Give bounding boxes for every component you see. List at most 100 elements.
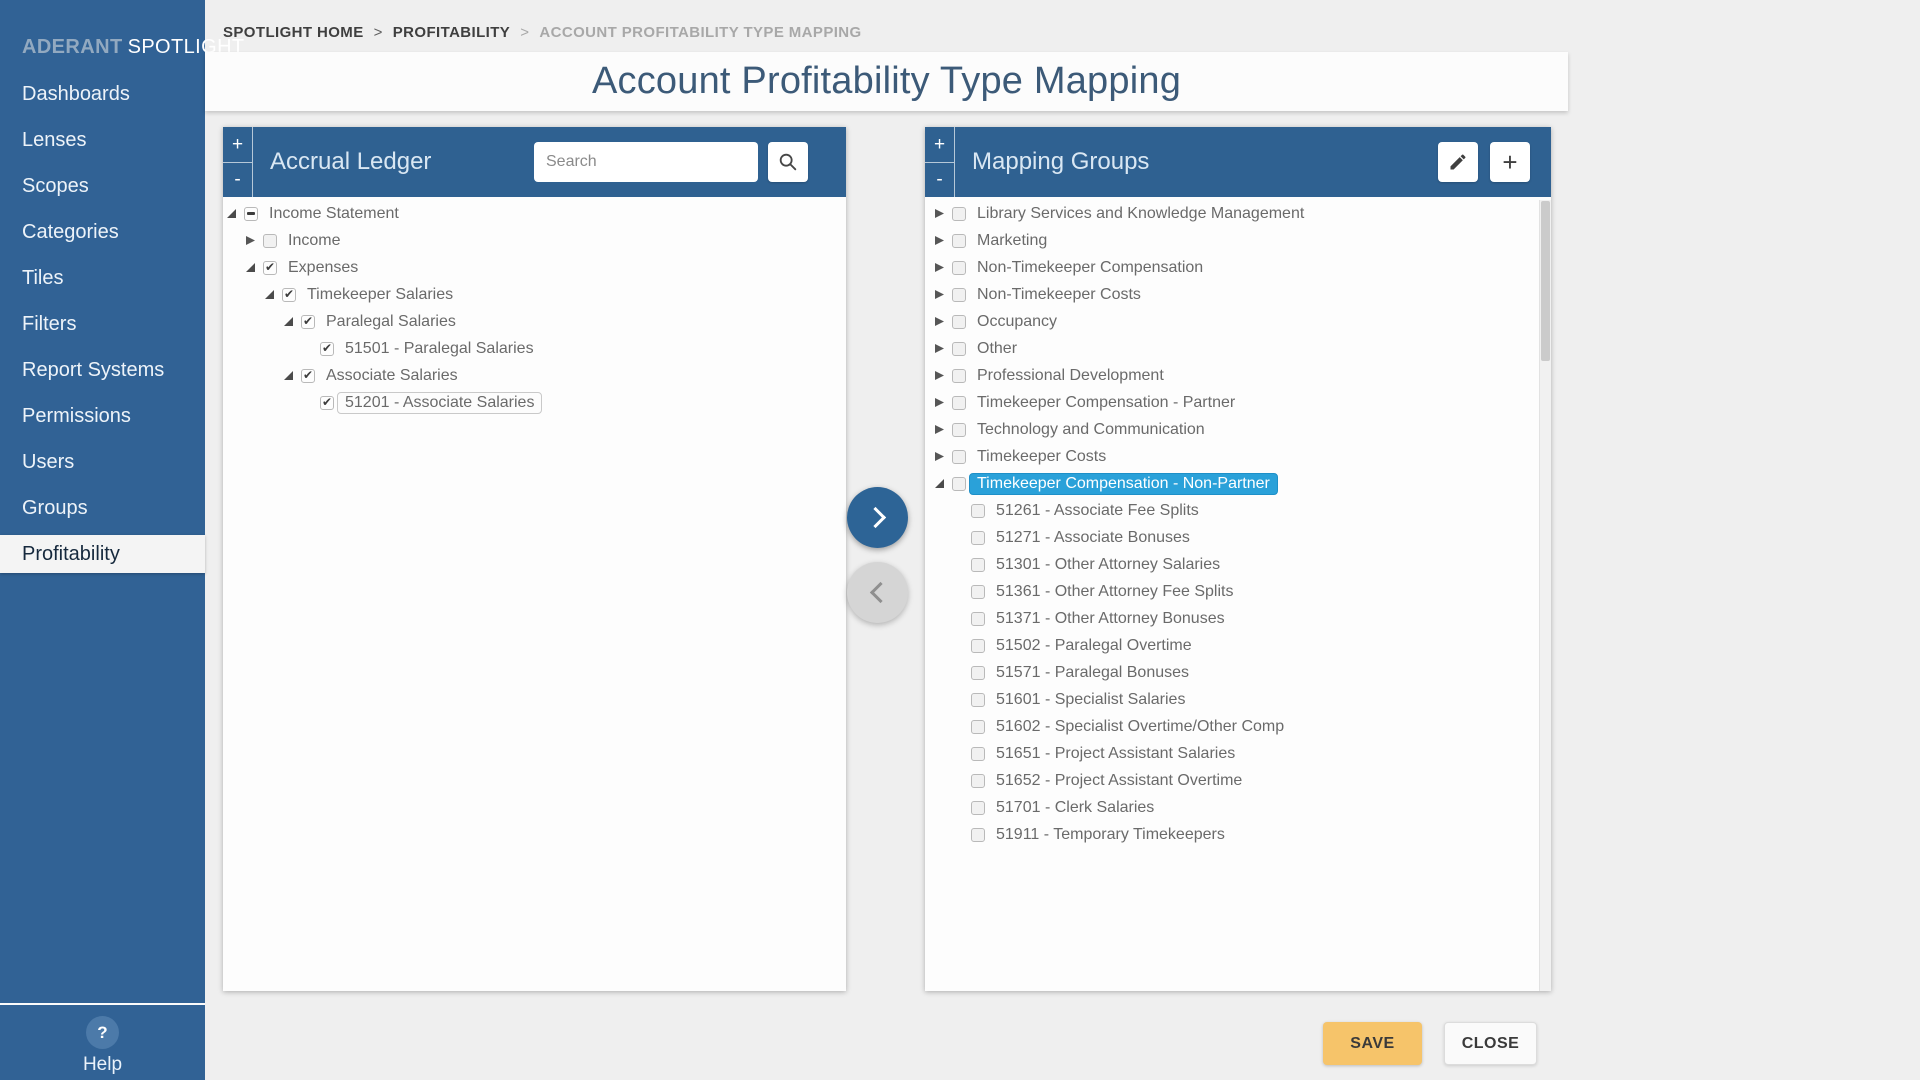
checkbox-checked[interactable] xyxy=(320,396,334,410)
checkbox-unchecked[interactable] xyxy=(952,207,966,221)
tree-item[interactable]: Marketing xyxy=(925,227,1551,254)
tree-item-label[interactable]: 51271 - Associate Bonuses xyxy=(988,527,1198,549)
tree-item[interactable]: Other xyxy=(925,335,1551,362)
checkbox-unchecked[interactable] xyxy=(952,396,966,410)
expand-icon[interactable] xyxy=(935,236,944,245)
tree-item-label[interactable]: Income Statement xyxy=(261,203,407,225)
tree-item-label[interactable]: 51601 - Specialist Salaries xyxy=(988,689,1193,711)
help-label[interactable]: Help xyxy=(0,1054,205,1076)
collapse-icon[interactable] xyxy=(284,317,293,326)
collapse-icon[interactable] xyxy=(246,263,255,272)
checkbox-unchecked[interactable] xyxy=(971,828,985,842)
tree-item[interactable]: 51701 - Clerk Salaries xyxy=(925,794,1551,821)
tree-item-label[interactable]: 51651 - Project Assistant Salaries xyxy=(988,743,1243,765)
checkbox-unchecked[interactable] xyxy=(952,423,966,437)
tree-item-label[interactable]: Professional Development xyxy=(969,365,1172,387)
checkbox-unchecked[interactable] xyxy=(971,585,985,599)
close-button[interactable]: CLOSE xyxy=(1444,1022,1537,1065)
checkbox-unchecked[interactable] xyxy=(971,747,985,761)
collapse-icon[interactable] xyxy=(227,209,236,218)
checkbox-unchecked[interactable] xyxy=(952,369,966,383)
edit-group-button[interactable] xyxy=(1438,142,1478,182)
tree-item-label[interactable]: 51361 - Other Attorney Fee Splits xyxy=(988,581,1241,603)
checkbox-unchecked[interactable] xyxy=(952,342,966,356)
checkbox-checked[interactable] xyxy=(301,315,315,329)
expand-all-button[interactable]: + xyxy=(925,127,954,162)
tree-item[interactable]: Timekeeper Costs xyxy=(925,443,1551,470)
tree-item-label[interactable]: Marketing xyxy=(969,230,1055,252)
tree-item-label[interactable]: 51701 - Clerk Salaries xyxy=(988,797,1162,819)
collapse-icon[interactable] xyxy=(284,371,293,380)
tree-item[interactable]: Income Statement xyxy=(223,200,846,227)
tree-item[interactable]: 51301 - Other Attorney Salaries xyxy=(925,551,1551,578)
move-left-button[interactable] xyxy=(847,562,908,623)
tree-item-label[interactable]: 51261 - Associate Fee Splits xyxy=(988,500,1207,522)
checkbox-unchecked[interactable] xyxy=(971,531,985,545)
tree-item[interactable]: 51501 - Paralegal Salaries xyxy=(223,335,846,362)
tree-item-label[interactable]: Non-Timekeeper Costs xyxy=(969,284,1149,306)
sidebar-item-lenses[interactable]: Lenses xyxy=(0,117,205,163)
search-input[interactable] xyxy=(534,142,758,182)
tree-item[interactable]: 51601 - Specialist Salaries xyxy=(925,686,1551,713)
expand-icon[interactable] xyxy=(935,344,944,353)
tree-item[interactable]: 51271 - Associate Bonuses xyxy=(925,524,1551,551)
tree-item-label[interactable]: Timekeeper Compensation - Partner xyxy=(969,392,1243,414)
tree-item[interactable]: Paralegal Salaries xyxy=(223,308,846,335)
tree-item[interactable]: Technology and Communication xyxy=(925,416,1551,443)
tree-item[interactable]: Income xyxy=(223,227,846,254)
expand-icon[interactable] xyxy=(246,236,255,245)
tree-item[interactable]: Associate Salaries xyxy=(223,362,846,389)
tree-item[interactable]: 51652 - Project Assistant Overtime xyxy=(925,767,1551,794)
sidebar-item-users[interactable]: Users xyxy=(0,439,205,485)
tree-item[interactable]: 51651 - Project Assistant Salaries xyxy=(925,740,1551,767)
tree-item[interactable]: 51201 - Associate Salaries xyxy=(223,389,846,416)
tree-item[interactable]: Timekeeper Salaries xyxy=(223,281,846,308)
expand-icon[interactable] xyxy=(935,425,944,434)
checkbox-unchecked[interactable] xyxy=(952,477,966,491)
expand-icon[interactable] xyxy=(935,209,944,218)
checkbox-unchecked[interactable] xyxy=(971,801,985,815)
scrollbar-thumb[interactable] xyxy=(1541,201,1550,361)
breadcrumb-item[interactable]: PROFITABILITY xyxy=(393,24,510,41)
expand-icon[interactable] xyxy=(935,452,944,461)
sidebar-item-report-systems[interactable]: Report Systems xyxy=(0,347,205,393)
tree-item[interactable]: 51602 - Specialist Overtime/Other Comp xyxy=(925,713,1551,740)
tree-item-label[interactable]: 51371 - Other Attorney Bonuses xyxy=(988,608,1233,630)
tree-item-label[interactable]: 51652 - Project Assistant Overtime xyxy=(988,770,1250,792)
tree-item-label[interactable]: 51501 - Paralegal Salaries xyxy=(337,338,542,360)
expand-icon[interactable] xyxy=(935,398,944,407)
tree-item[interactable]: Non-Timekeeper Costs xyxy=(925,281,1551,308)
checkbox-checked[interactable] xyxy=(282,288,296,302)
add-group-button[interactable]: + xyxy=(1490,142,1530,182)
move-right-button[interactable] xyxy=(847,487,908,548)
scrollbar-track[interactable] xyxy=(1539,200,1551,991)
expand-icon[interactable] xyxy=(935,290,944,299)
tree-item[interactable]: Professional Development xyxy=(925,362,1551,389)
checkbox-unchecked[interactable] xyxy=(971,558,985,572)
tree-item[interactable]: Non-Timekeeper Compensation xyxy=(925,254,1551,281)
help-icon[interactable]: ? xyxy=(86,1016,119,1049)
tree-item-label[interactable]: Other xyxy=(969,338,1025,360)
collapse-all-button[interactable]: - xyxy=(223,162,252,198)
tree-item-label[interactable]: Income xyxy=(280,230,348,252)
checkbox-indeterminate[interactable] xyxy=(244,207,258,221)
collapse-icon[interactable] xyxy=(935,479,944,488)
breadcrumb-item[interactable]: SPOTLIGHT HOME xyxy=(223,24,364,41)
sidebar-item-tiles[interactable]: Tiles xyxy=(0,255,205,301)
collapse-icon[interactable] xyxy=(265,290,274,299)
sidebar-item-permissions[interactable]: Permissions xyxy=(0,393,205,439)
tree-item-label[interactable]: Associate Salaries xyxy=(318,365,466,387)
tree-item[interactable]: Library Services and Knowledge Managemen… xyxy=(925,200,1551,227)
checkbox-checked[interactable] xyxy=(301,369,315,383)
tree-item-label[interactable]: Non-Timekeeper Compensation xyxy=(969,257,1211,279)
tree-item-label[interactable]: Timekeeper Compensation - Non-Partner xyxy=(969,473,1278,495)
tree-item-label[interactable]: Library Services and Knowledge Managemen… xyxy=(969,203,1312,225)
tree-item-label[interactable]: Timekeeper Costs xyxy=(969,446,1114,468)
tree-item-label[interactable]: 51301 - Other Attorney Salaries xyxy=(988,554,1228,576)
tree-item[interactable]: 51361 - Other Attorney Fee Splits xyxy=(925,578,1551,605)
sidebar-item-categories[interactable]: Categories xyxy=(0,209,205,255)
checkbox-unchecked[interactable] xyxy=(952,288,966,302)
checkbox-unchecked[interactable] xyxy=(952,234,966,248)
tree-item-label[interactable]: Occupancy xyxy=(969,311,1065,333)
checkbox-unchecked[interactable] xyxy=(952,315,966,329)
